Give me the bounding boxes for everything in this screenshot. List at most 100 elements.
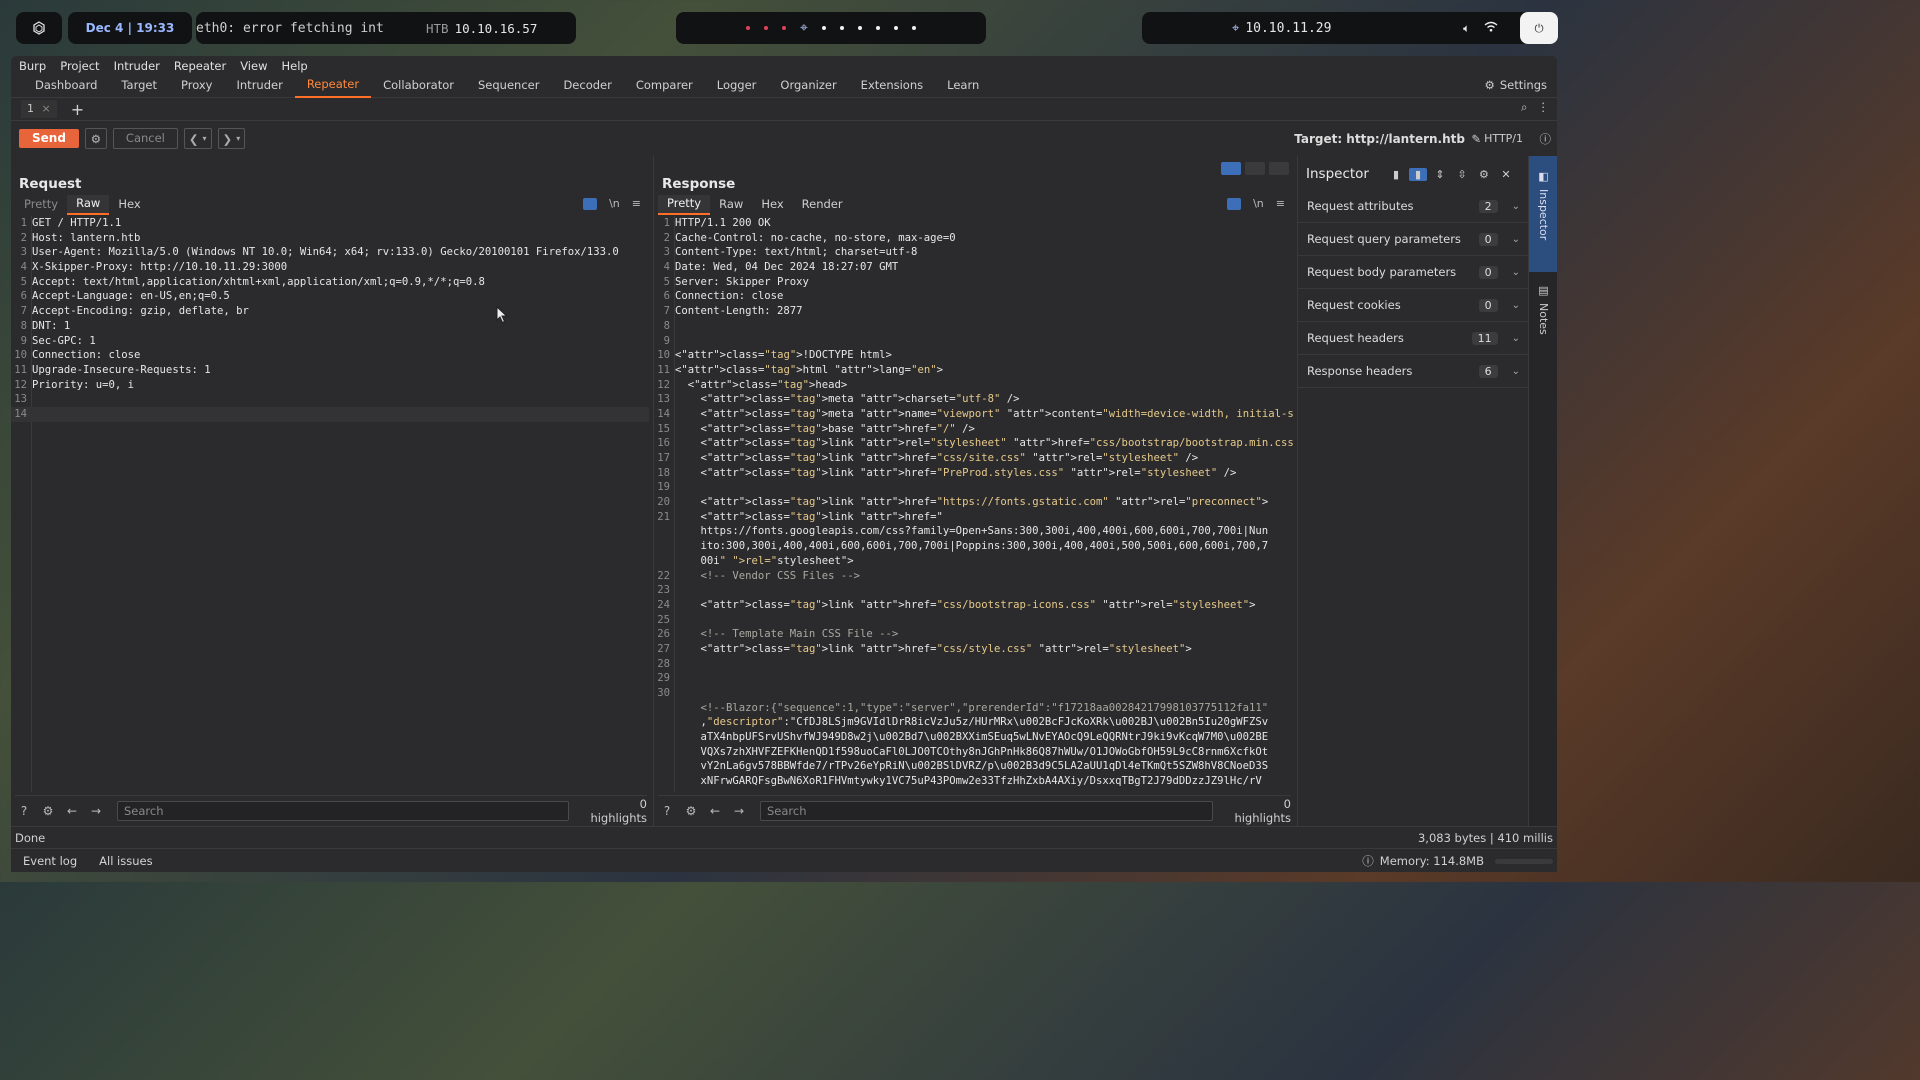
chevron-down-icon[interactable]: ⌄ bbox=[1512, 201, 1520, 212]
send-button[interactable]: Send bbox=[19, 129, 79, 148]
previous-match-arrow-icon[interactable]: ← bbox=[63, 804, 81, 818]
menu-icon[interactable]: ≡ bbox=[1276, 197, 1285, 210]
response-search-input[interactable]: Search bbox=[760, 801, 1213, 821]
tab-comparer[interactable]: Comparer bbox=[624, 75, 705, 97]
wifi-icon[interactable] bbox=[1484, 21, 1498, 36]
side-tab-inspector[interactable]: ◧ Inspector bbox=[1529, 156, 1557, 272]
code-line[interactable]: 11 <"attr">class="tag">html "attr">lang="… bbox=[654, 363, 1293, 378]
code-line[interactable]: xNFrwGARQFsgBwN6XoR1FHVmtywky1VC75uP43PO… bbox=[654, 774, 1293, 789]
expand-all-icon[interactable]: ⇕ bbox=[1431, 168, 1449, 181]
code-line[interactable]: 4 X-Skipper-Proxy: http://10.10.11.29:300… bbox=[11, 260, 649, 275]
chevron-down-icon[interactable]: ⌄ bbox=[1512, 366, 1520, 377]
menu-intruder[interactable]: Intruder bbox=[114, 59, 160, 73]
code-line[interactable]: 22 <!-- Vendor CSS Files --> bbox=[654, 569, 1293, 584]
layout-side-by-side-icon[interactable] bbox=[1221, 162, 1241, 175]
response-tab-hex[interactable]: Hex bbox=[752, 196, 792, 214]
code-line[interactable]: ,"descriptor":"CfDJ8LSjm9GVIdlDrR8icVzJu… bbox=[654, 715, 1293, 730]
inspector-row-response-headers[interactable]: Response headers 6 ⌄ bbox=[1298, 355, 1528, 388]
next-match-arrow-icon[interactable]: → bbox=[730, 804, 748, 818]
workspace-dot[interactable] bbox=[821, 26, 826, 30]
layout-tabs-icon[interactable] bbox=[1269, 162, 1289, 175]
menu-burp[interactable]: Burp bbox=[19, 59, 46, 73]
code-line[interactable]: 14 bbox=[11, 406, 649, 422]
code-line[interactable]: 9 Sec-GPC: 1 bbox=[11, 334, 649, 349]
tab-organizer[interactable]: Organizer bbox=[768, 75, 848, 97]
workspace-dot[interactable] bbox=[782, 26, 787, 30]
inspector-row-request-headers[interactable]: Request headers 11 ⌄ bbox=[1298, 322, 1528, 355]
code-line[interactable]: 23 bbox=[654, 583, 1293, 598]
code-line[interactable]: 19 bbox=[654, 480, 1293, 495]
gear-icon[interactable]: ⚙ bbox=[1475, 168, 1493, 181]
edit-target-pencil-icon[interactable]: ✎ bbox=[1471, 132, 1481, 146]
code-line[interactable]: 7 Accept-Encoding: gzip, deflate, br bbox=[11, 304, 649, 319]
response-editor[interactable]: 1 HTTP/1.1 200 OK 2 Cache-Control: no-cache… bbox=[654, 216, 1293, 792]
code-line[interactable]: 3 User-Agent: Mozilla/5.0 (Windows NT 10.… bbox=[11, 245, 649, 260]
code-line[interactable]: 2 Host: lantern.htb bbox=[11, 231, 649, 246]
code-line[interactable]: ito:300,300i,400,400i,600,600i,700,700i|… bbox=[654, 539, 1293, 554]
code-line[interactable]: 26 <!-- Template Main CSS File --> bbox=[654, 627, 1293, 642]
code-line[interactable]: 3 Content-Type: text/html; charset=utf-8 bbox=[654, 245, 1293, 260]
code-line[interactable]: 20 <"attr">class="tag">link "attr">href=… bbox=[654, 495, 1293, 510]
request-editor[interactable]: 1 GET / HTTP/1.1 2 Host: lantern.htb 3 User-A… bbox=[11, 216, 649, 792]
os-logo-icon[interactable] bbox=[16, 12, 62, 44]
code-line[interactable]: 4 Date: Wed, 04 Dec 2024 18:27:07 GMT bbox=[654, 260, 1293, 275]
tab-collaborator[interactable]: Collaborator bbox=[371, 75, 466, 97]
inspector-row-cookies[interactable]: Request cookies 0 ⌄ bbox=[1298, 289, 1528, 322]
code-line[interactable]: 14 <"attr">class="tag">meta "attr">name=… bbox=[654, 407, 1293, 422]
cancel-button[interactable]: Cancel bbox=[112, 128, 178, 149]
more-options-icon[interactable]: ⋮ bbox=[1538, 100, 1550, 115]
code-line[interactable]: 1 GET / HTTP/1.1 bbox=[11, 216, 649, 231]
tab-sequencer[interactable]: Sequencer bbox=[466, 75, 551, 97]
inspector-row-query-parameters[interactable]: Request query parameters 0 ⌄ bbox=[1298, 223, 1528, 256]
workspace-dot[interactable] bbox=[893, 26, 898, 30]
workspace-dot[interactable] bbox=[746, 26, 751, 30]
newline-toggle-icon[interactable]: \n bbox=[609, 197, 620, 210]
word-wrap-icon[interactable] bbox=[1227, 197, 1242, 210]
event-log-link[interactable]: Event log bbox=[23, 854, 77, 868]
code-line[interactable]: 5 Accept: text/html,application/xhtml+xml… bbox=[11, 275, 649, 290]
chevron-down-icon[interactable]: ⌄ bbox=[1512, 267, 1520, 278]
menu-repeater[interactable]: Repeater bbox=[174, 59, 226, 73]
layout-wide-icon[interactable]: ▮ bbox=[1408, 167, 1427, 181]
code-line[interactable]: 13 <"attr">class="tag">meta "attr">chars… bbox=[654, 392, 1293, 407]
code-line[interactable]: 11 Upgrade-Insecure-Requests: 1 bbox=[11, 363, 649, 378]
code-line[interactable]: 16 <"attr">class="tag">link "attr">rel="… bbox=[654, 436, 1293, 451]
chevron-down-icon[interactable]: ⌄ bbox=[1512, 333, 1520, 344]
workspace-dot[interactable] bbox=[857, 26, 862, 30]
request-tab-pretty[interactable]: Pretty bbox=[15, 196, 67, 214]
tab-learn[interactable]: Learn bbox=[935, 75, 991, 97]
request-search-input[interactable]: Search bbox=[117, 801, 569, 821]
send-options-gear-icon[interactable]: ⚙ bbox=[84, 128, 107, 149]
collapse-all-icon[interactable]: ⇳ bbox=[1453, 168, 1471, 181]
tab-intruder[interactable]: Intruder bbox=[225, 75, 295, 97]
search-settings-gear-icon[interactable]: ⚙ bbox=[682, 804, 700, 818]
history-back-button[interactable]: ❮ ▾ bbox=[183, 128, 212, 149]
http-protocol-selector[interactable]: HTTP/1 bbox=[1484, 132, 1523, 145]
code-line[interactable]: 10 Connection: close bbox=[11, 348, 649, 363]
code-line[interactable]: 27 <"attr">class="tag">link "attr">href=… bbox=[654, 642, 1293, 657]
code-line[interactable]: 24 <"attr">class="tag">link "attr">href=… bbox=[654, 598, 1293, 613]
request-tab-raw[interactable]: Raw bbox=[67, 195, 110, 215]
close-icon[interactable]: ✕ bbox=[1497, 168, 1515, 181]
tab-extensions[interactable]: Extensions bbox=[849, 75, 935, 97]
code-line[interactable]: vY2nLa6gv578BBWfde7/rTPv26eYpRiN\u002BSl… bbox=[654, 759, 1293, 774]
help-icon[interactable]: ? bbox=[658, 804, 676, 818]
tab-logger[interactable]: Logger bbox=[705, 75, 769, 97]
previous-match-arrow-icon[interactable]: ← bbox=[706, 804, 724, 818]
code-line[interactable]: 29 bbox=[654, 671, 1293, 686]
tab-target[interactable]: Target bbox=[109, 75, 169, 97]
code-line[interactable]: 7 Content-Length: 2877 bbox=[654, 304, 1293, 319]
word-wrap-icon[interactable] bbox=[583, 197, 598, 210]
code-line[interactable]: aTX4nbpUFSrvUShvfWJ949D8w2j\u002Bd7\u002… bbox=[654, 730, 1293, 745]
tab-decoder[interactable]: Decoder bbox=[551, 75, 623, 97]
volume-icon[interactable]: 🔈︎ bbox=[1463, 21, 1470, 36]
tab-dashboard[interactable]: Dashboard bbox=[23, 75, 109, 97]
side-tab-notes[interactable]: ▤ Notes bbox=[1529, 280, 1557, 360]
workspace-dot[interactable] bbox=[875, 26, 880, 30]
code-line[interactable]: <!--Blazor:{"sequence":1,"type":"server"… bbox=[654, 701, 1293, 716]
code-line[interactable]: 5 Server: Skipper Proxy bbox=[654, 275, 1293, 290]
response-tab-pretty[interactable]: Pretty bbox=[658, 195, 711, 215]
code-line[interactable]: 6 Connection: close bbox=[654, 289, 1293, 304]
code-line[interactable]: https://fonts.googleapis.com/css?family=… bbox=[654, 524, 1293, 539]
repeater-tab-1[interactable]: 1 × bbox=[21, 100, 57, 118]
